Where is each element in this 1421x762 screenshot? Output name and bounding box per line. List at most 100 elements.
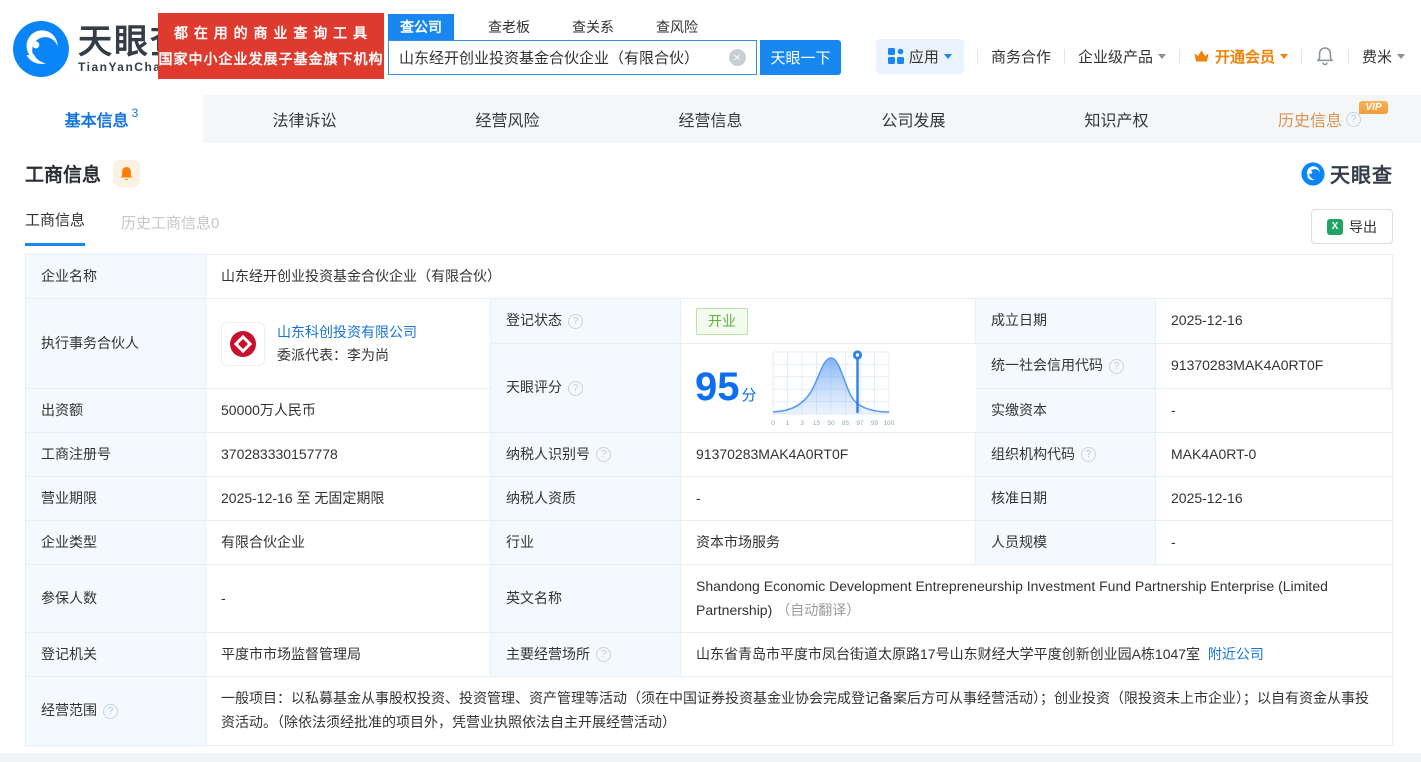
field-label-company-name: 企业名称 (26, 255, 206, 299)
field-label-taxpayer-quality: 纳税人资质 (491, 477, 681, 521)
business-info-table: 企业名称 山东经开创业投资基金合伙企业（有限合伙） 执行事务合伙人 山东科创投资… (25, 254, 1393, 746)
partner-representative: 委派代表：李为尚 (277, 344, 417, 366)
field-value-staff-size: - (1156, 521, 1392, 565)
tab-basic-info-label: 基本信息 (65, 107, 129, 131)
tab-basic-info[interactable]: 基本信息 3 (0, 95, 203, 143)
tab-history-info-label: 历史信息 (1278, 107, 1342, 131)
partner-company-link[interactable]: 山东科创投资有限公司 (277, 321, 417, 343)
nav-vip-label: 开通会员 (1215, 46, 1275, 67)
field-label-staff-size: 人员规模 (976, 521, 1156, 565)
field-label-address: 主要经营场所 (491, 633, 681, 677)
score-distribution-chart: 0 1 3 15 50 85 97 99 100 (767, 346, 897, 430)
excel-icon: X (1327, 219, 1343, 235)
top-header: 天眼查 TianYanCha.com 都 在 用 的 商 业 查 询 工 具 国… (0, 0, 1421, 95)
svg-text:97: 97 (856, 420, 864, 427)
top-nav: 应用 商务合作 企业级产品 开通会员 费米 (876, 38, 1405, 74)
field-value-company-type: 有限合伙企业 (206, 521, 491, 565)
field-value-approval-date: 2025-12-16 (1156, 477, 1392, 521)
field-value-reg-authority: 平度市市场监督管理局 (206, 633, 491, 677)
nav-vip[interactable]: 开通会员 (1193, 46, 1288, 67)
promo-line-2: 国家中小企业发展子基金旗下机构 (159, 49, 384, 69)
field-value-industry: 资本市场服务 (681, 521, 976, 565)
field-label-reg-number: 工商注册号 (26, 433, 206, 477)
bell-icon (119, 166, 134, 182)
nav-apps-label: 应用 (909, 46, 939, 67)
field-value-address: 山东省青岛市平度市凤台街道太原路17号山东财经大学平度创新创业园A栋1047室 … (681, 633, 1392, 677)
partner-company-logo[interactable] (221, 322, 265, 366)
field-label-org-code: 组织机构代码 (976, 433, 1156, 477)
tab-legal[interactable]: 法律诉讼 (203, 95, 406, 143)
field-value-taxpayer-id: 91370283MAK4A0RT0F (681, 433, 976, 477)
help-icon[interactable] (568, 381, 583, 396)
search-clear-icon[interactable] (729, 49, 746, 66)
search-button[interactable]: 天眼一下 (760, 40, 841, 75)
watermark-logo-text: 天眼查 (1330, 159, 1393, 188)
partner-emblem-icon (227, 328, 259, 360)
watermark-logo: 天眼查 (1301, 159, 1393, 188)
search-tab-risk[interactable]: 查风险 (648, 14, 706, 40)
field-value-company-name: 山东经开创业投资基金合伙企业（有限合伙） (206, 255, 1392, 299)
chevron-down-icon (1280, 54, 1288, 63)
nav-cooperation-label: 商务合作 (991, 46, 1051, 67)
search-tab-company[interactable]: 查公司 (388, 14, 454, 40)
field-label-business-scope: 经营范围 (26, 677, 206, 745)
field-label-credit-code: 统一社会信用代码 (976, 344, 1156, 389)
nav-enterprise[interactable]: 企业级产品 (1078, 46, 1166, 67)
tab-operation-risk[interactable]: 经营风险 (406, 95, 609, 143)
score-unit: 分 (742, 387, 757, 404)
tab-business-info[interactable]: 经营信息 (609, 95, 812, 143)
field-label-approval-date: 核准日期 (976, 477, 1156, 521)
help-icon[interactable] (596, 447, 611, 462)
nearby-companies-link[interactable]: 附近公司 (1208, 646, 1264, 662)
field-value-english-name: Shandong Economic Development Entreprene… (681, 565, 1392, 633)
help-icon[interactable] (103, 704, 118, 719)
search-input[interactable] (399, 49, 729, 66)
svg-text:85: 85 (841, 420, 849, 427)
help-icon[interactable] (568, 314, 583, 329)
field-label-industry: 行业 (491, 521, 681, 565)
svg-text:15: 15 (812, 420, 820, 427)
field-label-tianyan-score: 天眼评分 (491, 344, 681, 433)
help-icon[interactable] (1109, 359, 1124, 374)
field-value-org-code: MAK4A0RT-0 (1156, 433, 1392, 477)
section-header: 工商信息 天眼查 (25, 159, 1393, 188)
tab-intellectual-property[interactable]: 知识产权 (1015, 95, 1218, 143)
tianyancha-logo-icon (12, 20, 70, 78)
help-icon[interactable] (596, 647, 611, 662)
export-button-label: 导出 (1349, 217, 1377, 237)
nav-cooperation[interactable]: 商务合作 (991, 46, 1051, 67)
subtab-business-info[interactable]: 工商信息 (25, 209, 85, 246)
tab-basic-info-count: 3 (132, 106, 139, 120)
status-badge: 开业 (696, 308, 748, 335)
field-label-reg-authority: 登记机关 (26, 633, 206, 677)
tab-company-development[interactable]: 公司发展 (812, 95, 1015, 143)
nav-user[interactable]: 费米 (1362, 46, 1405, 67)
field-label-business-term: 营业期限 (26, 477, 206, 521)
svg-text:100: 100 (883, 420, 894, 427)
field-value-reg-number: 370283330157778 (206, 433, 491, 477)
field-value-establish-date: 2025-12-16 (1156, 299, 1392, 344)
bell-icon (1315, 46, 1335, 66)
field-value-tianyan-score[interactable]: 95分 (681, 344, 976, 433)
bottom-strip (0, 753, 1421, 762)
nav-apps[interactable]: 应用 (876, 39, 964, 74)
nav-enterprise-label: 企业级产品 (1078, 46, 1153, 67)
export-button[interactable]: X 导出 (1311, 209, 1393, 244)
subtab-history-business-info[interactable]: 历史工商信息0 (121, 212, 219, 246)
search-input-box[interactable] (388, 40, 757, 75)
nav-notifications[interactable] (1315, 46, 1335, 66)
svg-text:50: 50 (827, 420, 835, 427)
tab-history-info[interactable]: VIP 历史信息 (1218, 95, 1421, 143)
nav-user-label: 费米 (1362, 46, 1392, 67)
monitor-bell-button[interactable] (113, 160, 140, 187)
help-icon[interactable] (1081, 447, 1096, 462)
field-value-registration-status: 开业 (681, 299, 976, 344)
search-tab-boss[interactable]: 查老板 (480, 14, 538, 40)
subtab-row: 工商信息 历史工商信息0 X 导出 (25, 206, 1393, 246)
score-number: 95 (695, 365, 740, 409)
svg-text:1: 1 (785, 420, 789, 427)
field-label-establish-date: 成立日期 (976, 299, 1156, 344)
search-tab-relation[interactable]: 查关系 (564, 14, 622, 40)
promo-line-1: 都 在 用 的 商 业 查 询 工 具 (174, 23, 368, 43)
vip-badge: VIP (1359, 101, 1387, 114)
